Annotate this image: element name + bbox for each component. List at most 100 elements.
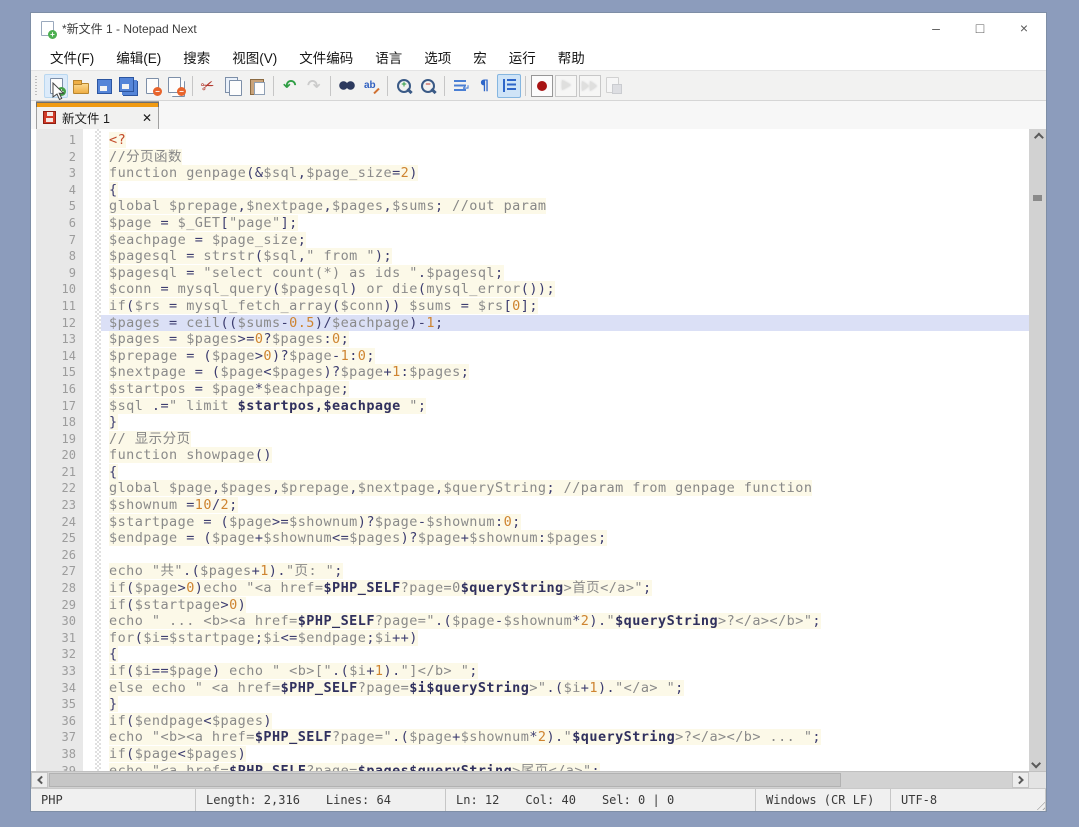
code-segment: $conn bbox=[341, 298, 384, 314]
line-number: 34 bbox=[36, 680, 76, 697]
line-number: 10 bbox=[36, 281, 76, 298]
maximize-button[interactable]: □ bbox=[958, 13, 1002, 43]
undo-button[interactable] bbox=[278, 74, 302, 98]
code-segment: $page bbox=[375, 514, 418, 530]
status-pane-encoding[interactable]: UTF-8 bbox=[891, 789, 1046, 811]
code-segment: $i bbox=[349, 663, 366, 679]
open-button[interactable] bbox=[68, 74, 92, 98]
line-number: 22 bbox=[36, 480, 76, 497]
menu-item-run[interactable]: 运行 bbox=[498, 44, 547, 70]
code-segment: / bbox=[212, 497, 221, 513]
status-pane-language[interactable]: PHP bbox=[31, 789, 196, 811]
menu-item-view[interactable]: 视图(V) bbox=[221, 44, 288, 70]
code-segment: ( bbox=[126, 298, 135, 314]
replace-icon bbox=[362, 77, 380, 95]
code-segment: $pages$queryString bbox=[358, 763, 512, 771]
pilcrow-button[interactable] bbox=[473, 74, 497, 98]
code-segment: echo "<a href= bbox=[109, 763, 229, 771]
status-pane-eol-format[interactable]: Windows (CR LF) bbox=[756, 789, 891, 811]
menu-item-file[interactable]: 文件(F) bbox=[39, 44, 105, 70]
new-button[interactable] bbox=[44, 74, 68, 98]
menu-item-search[interactable]: 搜索 bbox=[172, 44, 221, 70]
play-button[interactable] bbox=[555, 75, 577, 97]
vertical-scroll-thumb[interactable] bbox=[1033, 195, 1042, 201]
code-segment: 1 bbox=[260, 563, 269, 579]
code-line: for($i=$startpage;$i<=$endpage;$i++) bbox=[101, 630, 1029, 647]
code-segment: // 显示分页 bbox=[109, 431, 191, 447]
code-segment: = bbox=[195, 381, 212, 397]
close-button[interactable]: × bbox=[1002, 13, 1046, 43]
code-line: if($i==$page) echo " <b>[".($i+1)."]</b>… bbox=[101, 663, 1029, 680]
code-segment: = bbox=[169, 331, 186, 347]
record-button[interactable] bbox=[531, 75, 553, 97]
code-segment: , bbox=[349, 480, 358, 496]
macro-save-button[interactable] bbox=[602, 74, 626, 98]
code-segment: $nextpage bbox=[246, 198, 323, 214]
copy-button[interactable] bbox=[221, 74, 245, 98]
scroll-up-icon[interactable] bbox=[1029, 129, 1046, 145]
paste-button[interactable] bbox=[245, 74, 269, 98]
indent-button[interactable] bbox=[497, 74, 521, 98]
horizontal-scroll-thumb[interactable] bbox=[49, 773, 841, 787]
scroll-right-icon[interactable] bbox=[1012, 772, 1029, 788]
saveall-button[interactable] bbox=[116, 74, 140, 98]
status-text: UTF-8 bbox=[901, 790, 937, 811]
menu-item-macro[interactable]: 宏 bbox=[462, 44, 498, 70]
code-segment: = bbox=[461, 298, 478, 314]
code-line: $startpos = $page*$eachpage; bbox=[101, 381, 1029, 398]
code-segment: ++) bbox=[392, 630, 418, 646]
vertical-scrollbar[interactable] bbox=[1029, 129, 1046, 771]
code-segment: $pages bbox=[109, 331, 169, 347]
code-line: if($page>0)echo "<a href=$PHP_SELF?page=… bbox=[101, 580, 1029, 597]
close-button[interactable] bbox=[140, 74, 164, 98]
tab-close-icon[interactable]: ✕ bbox=[142, 112, 152, 124]
code-segment: echo "<b><a href= bbox=[109, 729, 255, 745]
horizontal-scrollbar[interactable] bbox=[31, 771, 1046, 788]
menu-item-help[interactable]: 帮助 bbox=[547, 44, 596, 70]
code-segment: $page_size bbox=[306, 165, 392, 181]
code-line: echo "<a href=$PHP_SELF?page=$pages$quer… bbox=[101, 763, 1029, 771]
menu-item-language[interactable]: 语言 bbox=[364, 44, 413, 70]
cut-button[interactable] bbox=[197, 74, 221, 98]
minimize-button[interactable]: – bbox=[914, 13, 958, 43]
code-segment: < bbox=[203, 713, 212, 729]
tab-new-file-1[interactable]: 新文件 1 ✕ bbox=[36, 101, 159, 129]
desktop: { "theme": { "desktop_bg": "#8C9CBC", "t… bbox=[0, 0, 1079, 827]
redo-button[interactable] bbox=[302, 74, 326, 98]
menu-item-settings[interactable]: 选项 bbox=[413, 44, 462, 70]
code-segment: )? bbox=[358, 514, 375, 530]
closeall-button[interactable] bbox=[164, 74, 188, 98]
replace-button[interactable] bbox=[359, 74, 383, 98]
code-segment: * bbox=[572, 613, 581, 629]
code-line: echo " ... <b><a href=$PHP_SELF?page=".(… bbox=[101, 613, 1029, 630]
code-segment: $page bbox=[212, 530, 255, 546]
find-button[interactable] bbox=[335, 74, 359, 98]
save-button[interactable] bbox=[92, 74, 116, 98]
ffwd-button[interactable] bbox=[579, 75, 601, 97]
saveall-icon bbox=[119, 77, 137, 95]
toolbar-grip[interactable] bbox=[35, 76, 40, 96]
code-segment: $pagesql bbox=[281, 281, 350, 297]
code-segment: $page bbox=[229, 514, 272, 530]
code-segment: > bbox=[178, 580, 187, 596]
code-segment: $pages bbox=[409, 364, 460, 380]
code-segment: 0 bbox=[229, 597, 238, 613]
toolbar-separator bbox=[387, 76, 388, 96]
line-number: 8 bbox=[36, 248, 76, 265]
zoom-out-button[interactable] bbox=[416, 74, 440, 98]
code-segment: ; bbox=[341, 381, 350, 397]
scroll-down-icon[interactable] bbox=[1029, 755, 1046, 771]
menu-item-encoding[interactable]: 文件编码 bbox=[288, 44, 364, 70]
menu-item-edit[interactable]: 编辑(E) bbox=[105, 44, 172, 70]
code-segment: + bbox=[452, 729, 461, 745]
code-segment: )- bbox=[409, 315, 426, 331]
line-number: 35 bbox=[36, 696, 76, 713]
scroll-left-icon[interactable] bbox=[31, 772, 48, 788]
code-segment: ceil bbox=[186, 315, 220, 331]
code-segment: 1 bbox=[341, 348, 350, 364]
zoom-in-button[interactable] bbox=[392, 74, 416, 98]
title-bar[interactable]: *新文件 1 - Notepad Next – □ × bbox=[31, 13, 1046, 43]
line-number: 26 bbox=[36, 547, 76, 564]
code-text-area[interactable]: <?//分页函数function genpage(&$sql,$page_siz… bbox=[101, 129, 1029, 771]
wrap-button[interactable] bbox=[449, 74, 473, 98]
